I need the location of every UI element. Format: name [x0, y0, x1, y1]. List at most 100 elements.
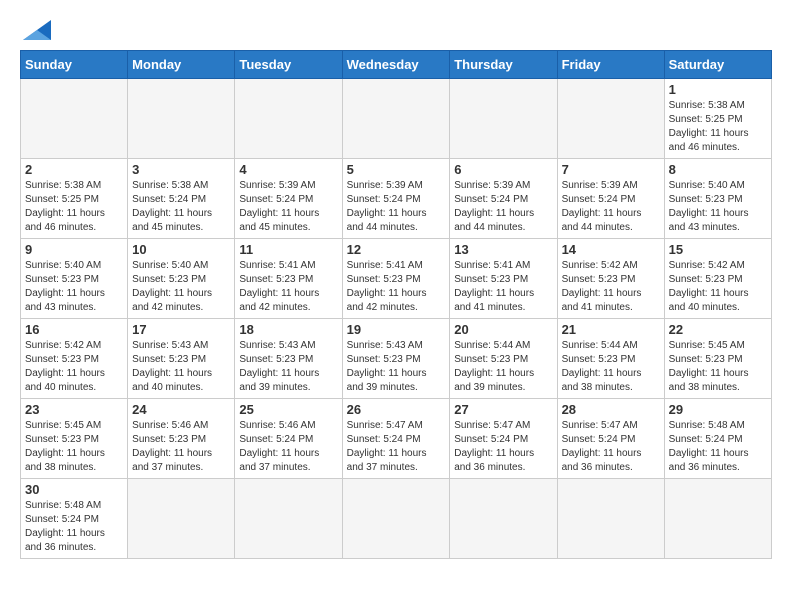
calendar-cell: 11Sunrise: 5:41 AM Sunset: 5:23 PM Dayli…: [235, 239, 342, 319]
day-info: Sunrise: 5:45 AM Sunset: 5:23 PM Dayligh…: [669, 339, 767, 395]
day-number: 9: [25, 242, 123, 257]
day-info: Sunrise: 5:43 AM Sunset: 5:23 PM Dayligh…: [239, 339, 337, 395]
day-number: 4: [239, 162, 337, 177]
calendar-cell: 5Sunrise: 5:39 AM Sunset: 5:24 PM Daylig…: [342, 159, 450, 239]
day-info: Sunrise: 5:48 AM Sunset: 5:24 PM Dayligh…: [25, 499, 123, 555]
calendar-cell: [235, 479, 342, 559]
day-info: Sunrise: 5:40 AM Sunset: 5:23 PM Dayligh…: [132, 259, 230, 315]
day-info: Sunrise: 5:38 AM Sunset: 5:24 PM Dayligh…: [132, 179, 230, 235]
day-number: 14: [562, 242, 660, 257]
day-number: 10: [132, 242, 230, 257]
header-thursday: Thursday: [450, 51, 557, 79]
day-info: Sunrise: 5:42 AM Sunset: 5:23 PM Dayligh…: [25, 339, 123, 395]
day-number: 29: [669, 402, 767, 417]
calendar-cell: 21 Sunrise: 5:44 AM Sunset: 5:23 PM Dayli…: [557, 319, 664, 399]
day-number: 3: [132, 162, 230, 177]
calendar-cell: [450, 79, 557, 159]
day-info: Sunrise: 5:46 AM Sunset: 5:24 PM Dayligh…: [239, 419, 337, 475]
calendar-cell: 14Sunrise: 5:42 AM Sunset: 5:23 PM Dayli…: [557, 239, 664, 319]
header-wednesday: Wednesday: [342, 51, 450, 79]
day-info: Sunrise: 5:44 AM Sunset: 5:23 PM Dayligh…: [562, 339, 660, 395]
day-info: Sunrise: 5:38 AM Sunset: 5:25 PM Dayligh…: [25, 179, 123, 235]
calendar-cell: 2 Sunrise: 5:38 AM Sunset: 5:25 PM Daylig…: [21, 159, 128, 239]
logo-icon: [23, 20, 51, 40]
logo: [20, 20, 51, 40]
calendar-cell: 3 Sunrise: 5:38 AM Sunset: 5:24 PM Daylig…: [128, 159, 235, 239]
calendar-cell: 18 Sunrise: 5:43 AM Sunset: 5:23 PM Dayli…: [235, 319, 342, 399]
header-tuesday: Tuesday: [235, 51, 342, 79]
calendar-cell: 29 Sunrise: 5:48 AM Sunset: 5:24 PM Dayli…: [664, 399, 771, 479]
day-info: Sunrise: 5:47 AM Sunset: 5:24 PM Dayligh…: [454, 419, 552, 475]
day-number: 2: [25, 162, 123, 177]
header-saturday: Saturday: [664, 51, 771, 79]
day-info: Sunrise: 5:40 AM Sunset: 5:23 PM Dayligh…: [25, 259, 123, 315]
day-info: Sunrise: 5:47 AM Sunset: 5:24 PM Dayligh…: [562, 419, 660, 475]
day-number: 21: [562, 322, 660, 337]
calendar-cell: 25 Sunrise: 5:46 AM Sunset: 5:24 PM Dayli…: [235, 399, 342, 479]
day-info: Sunrise: 5:44 AM Sunset: 5:23 PM Dayligh…: [454, 339, 552, 395]
calendar-cell: 12 Sunrise: 5:41 AM Sunset: 5:23 PM Dayli…: [342, 239, 450, 319]
header-friday: Friday: [557, 51, 664, 79]
day-number: 6: [454, 162, 552, 177]
day-number: 25: [239, 402, 337, 417]
day-info: Sunrise: 5:43 AM Sunset: 5:23 PM Dayligh…: [347, 339, 446, 395]
day-number: 1: [669, 82, 767, 97]
calendar-cell: [342, 479, 450, 559]
calendar-cell: 13 Sunrise: 5:41 AM Sunset: 5:23 PM Dayli…: [450, 239, 557, 319]
calendar-week-row: 16 Sunrise: 5:42 AM Sunset: 5:23 PM Dayli…: [21, 319, 772, 399]
calendar-cell: 27 Sunrise: 5:47 AM Sunset: 5:24 PM Dayli…: [450, 399, 557, 479]
day-number: 18: [239, 322, 337, 337]
calendar-cell: [557, 79, 664, 159]
day-number: 22: [669, 322, 767, 337]
calendar-cell: [342, 79, 450, 159]
day-info: Sunrise: 5:45 AM Sunset: 5:23 PM Dayligh…: [25, 419, 123, 475]
calendar-cell: 28 Sunrise: 5:47 AM Sunset: 5:24 PM Dayli…: [557, 399, 664, 479]
calendar-cell: 7 Sunrise: 5:39 AM Sunset: 5:24 PM Daylig…: [557, 159, 664, 239]
calendar-cell: 9 Sunrise: 5:40 AM Sunset: 5:23 PM Daylig…: [21, 239, 128, 319]
day-number: 13: [454, 242, 552, 257]
calendar-cell: 15 Sunrise: 5:42 AM Sunset: 5:23 PM Dayli…: [664, 239, 771, 319]
day-info: Sunrise: 5:39 AM Sunset: 5:24 PM Dayligh…: [239, 179, 337, 235]
calendar-cell: 17 Sunrise: 5:43 AM Sunset: 5:23 PM Dayli…: [128, 319, 235, 399]
calendar-week-row: 23 Sunrise: 5:45 AM Sunset: 5:23 PM Dayli…: [21, 399, 772, 479]
calendar-cell: 6 Sunrise: 5:39 AM Sunset: 5:24 PM Daylig…: [450, 159, 557, 239]
day-info: Sunrise: 5:39 AM Sunset: 5:24 PM Dayligh…: [454, 179, 552, 235]
day-number: 23: [25, 402, 123, 417]
day-number: 24: [132, 402, 230, 417]
day-number: 17: [132, 322, 230, 337]
day-number: 27: [454, 402, 552, 417]
calendar-cell: [21, 79, 128, 159]
day-info: Sunrise: 5:38 AM Sunset: 5:25 PM Dayligh…: [669, 99, 767, 155]
day-number: 7: [562, 162, 660, 177]
day-info: Sunrise: 5:40 AM Sunset: 5:23 PM Dayligh…: [669, 179, 767, 235]
calendar-cell: [235, 79, 342, 159]
calendar-cell: 24Sunrise: 5:46 AM Sunset: 5:23 PM Dayli…: [128, 399, 235, 479]
day-info: Sunrise: 5:39 AM Sunset: 5:24 PM Dayligh…: [347, 179, 446, 235]
calendar-cell: [128, 479, 235, 559]
calendar-week-row: 2 Sunrise: 5:38 AM Sunset: 5:25 PM Daylig…: [21, 159, 772, 239]
day-number: 16: [25, 322, 123, 337]
calendar-week-row: 1 Sunrise: 5:38 AM Sunset: 5:25 PM Daylig…: [21, 79, 772, 159]
header-monday: Monday: [128, 51, 235, 79]
calendar-cell: 23 Sunrise: 5:45 AM Sunset: 5:23 PM Dayli…: [21, 399, 128, 479]
day-number: 15: [669, 242, 767, 257]
day-info: Sunrise: 5:47 AM Sunset: 5:24 PM Dayligh…: [347, 419, 446, 475]
day-number: 19: [347, 322, 446, 337]
day-number: 26: [347, 402, 446, 417]
calendar-cell: [557, 479, 664, 559]
calendar-cell: 1 Sunrise: 5:38 AM Sunset: 5:25 PM Daylig…: [664, 79, 771, 159]
calendar-cell: [128, 79, 235, 159]
day-info: Sunrise: 5:41 AM Sunset: 5:23 PM Dayligh…: [454, 259, 552, 315]
calendar-cell: 8Sunrise: 5:40 AM Sunset: 5:23 PM Daylig…: [664, 159, 771, 239]
day-number: 12: [347, 242, 446, 257]
day-info: Sunrise: 5:48 AM Sunset: 5:24 PM Dayligh…: [669, 419, 767, 475]
calendar-cell: 19 Sunrise: 5:43 AM Sunset: 5:23 PM Dayli…: [342, 319, 450, 399]
day-info: Sunrise: 5:43 AM Sunset: 5:23 PM Dayligh…: [132, 339, 230, 395]
day-number: 28: [562, 402, 660, 417]
day-info: Sunrise: 5:42 AM Sunset: 5:23 PM Dayligh…: [669, 259, 767, 315]
day-number: 11: [239, 242, 337, 257]
day-info: Sunrise: 5:39 AM Sunset: 5:24 PM Dayligh…: [562, 179, 660, 235]
calendar-cell: [450, 479, 557, 559]
calendar-header-row: SundayMondayTuesdayWednesdayThursdayFrid…: [21, 51, 772, 79]
day-info: Sunrise: 5:41 AM Sunset: 5:23 PM Dayligh…: [347, 259, 446, 315]
